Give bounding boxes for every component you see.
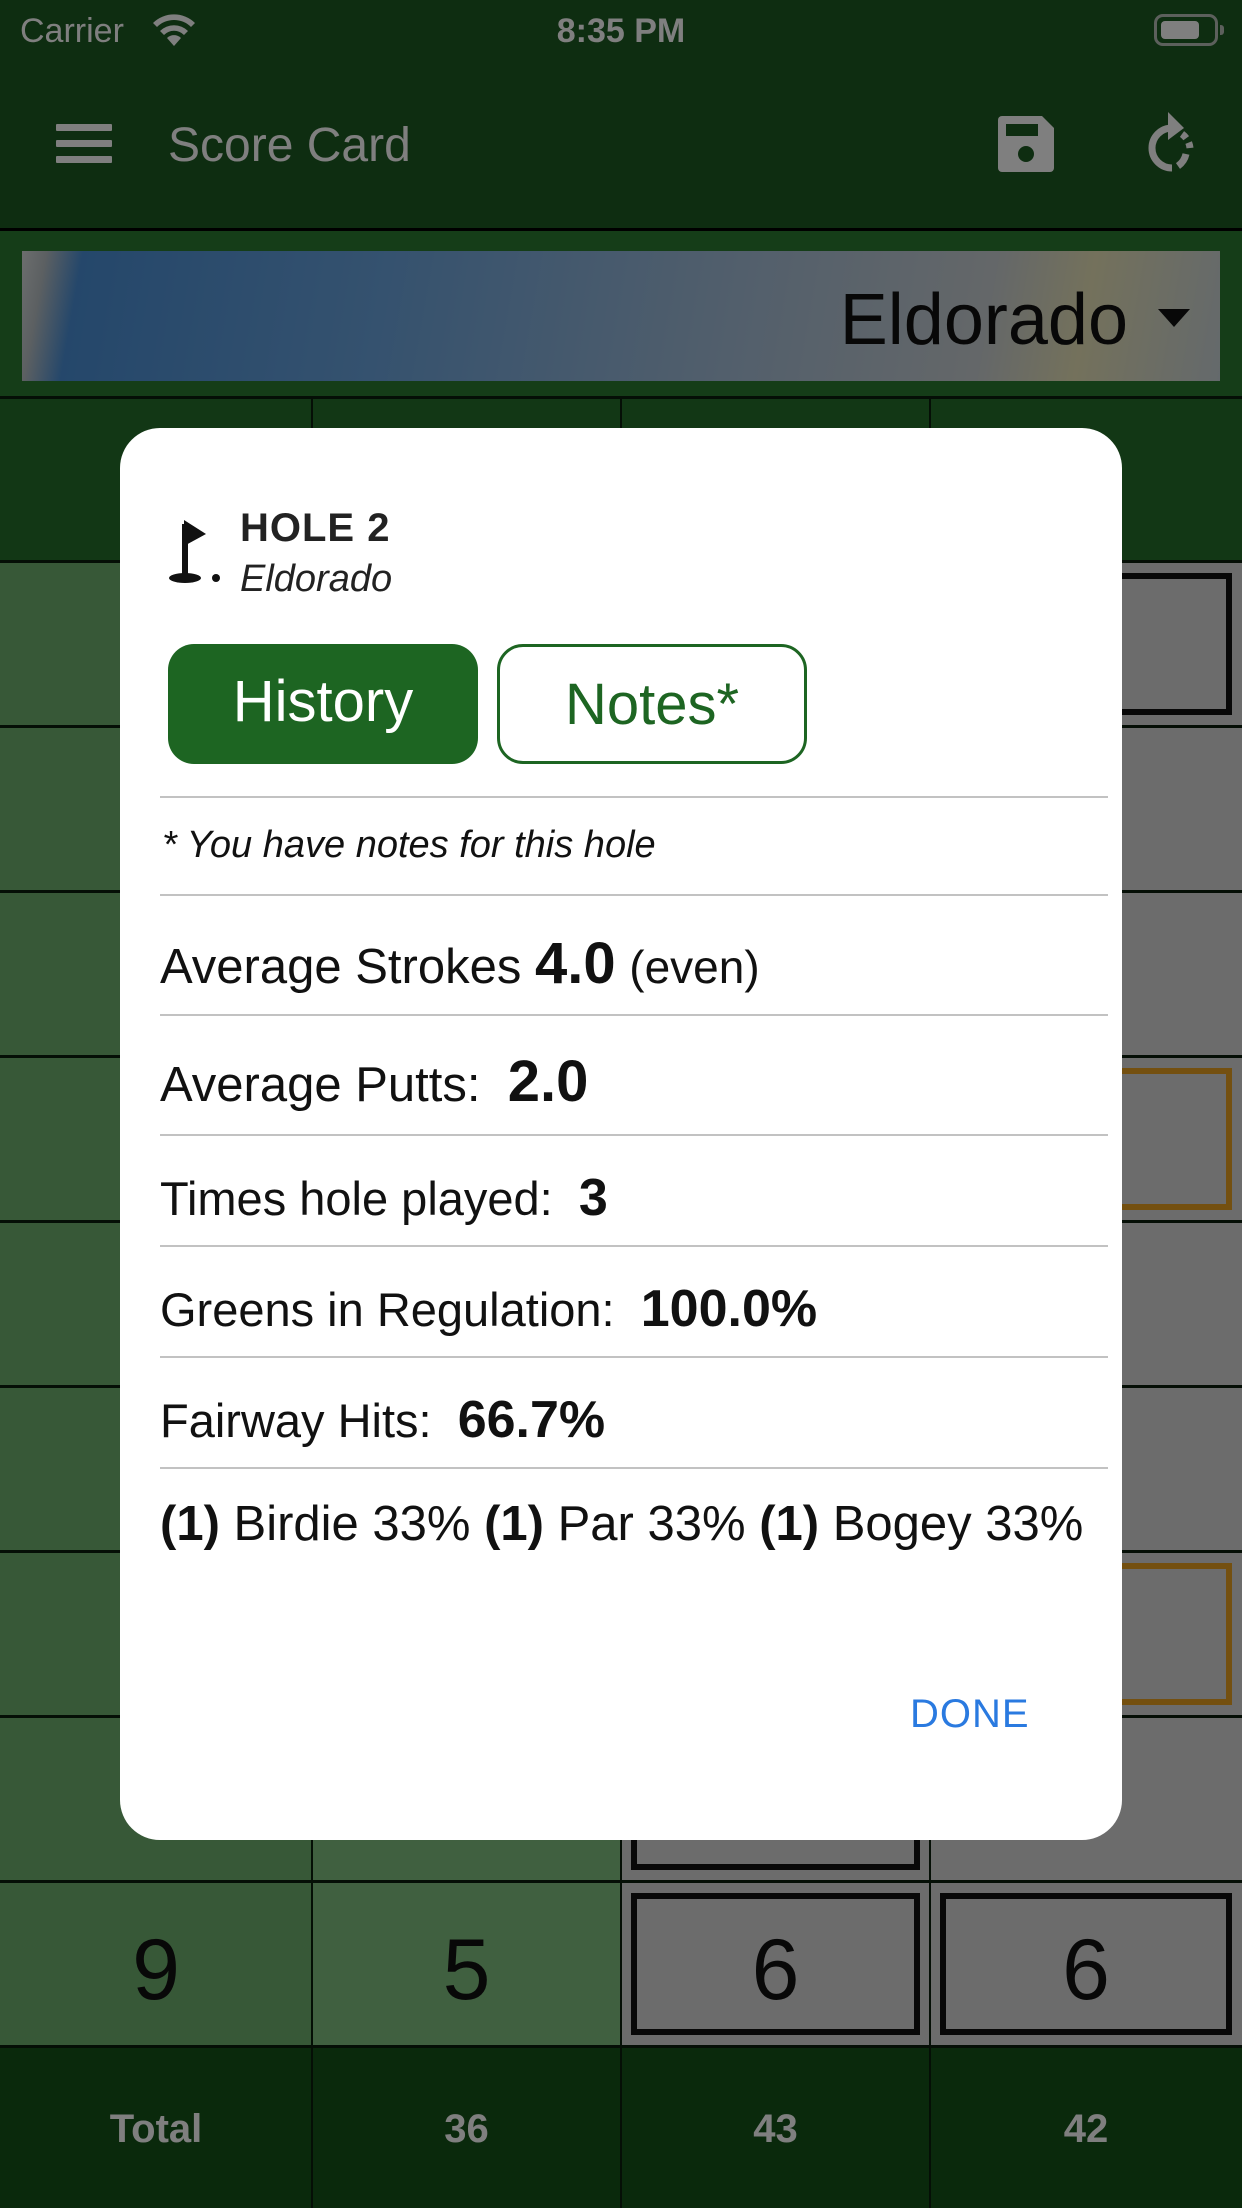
stat-value: 4.0 <box>534 931 616 996</box>
stat-value: 3 <box>578 1169 608 1227</box>
stat-value: 66.7% <box>457 1391 606 1449</box>
score-distribution: (1) Birdie 33% (1) Par 33% (1) Bogey 33% <box>160 1492 1090 1556</box>
stat-suffix: (even) <box>629 941 760 993</box>
stat-times-played: Times hole played: 3 <box>160 1168 608 1228</box>
divider <box>160 1014 1108 1016</box>
divider <box>160 894 1108 896</box>
tab-notes[interactable]: Notes* <box>497 644 807 764</box>
stat-label: Average Strokes <box>160 940 522 994</box>
stat-average-putts: Average Putts: 2.0 <box>160 1048 588 1115</box>
stat-average-strokes: Average Strokes 4.0 (even) <box>160 930 760 997</box>
stat-value: 100.0% <box>640 1280 818 1338</box>
distribution-label: Par 33% <box>557 1497 746 1551</box>
stat-label: Greens in Regulation: <box>160 1283 615 1336</box>
golf-flag-icon <box>169 520 220 583</box>
divider <box>160 796 1108 798</box>
hole-title: HOLE 2 <box>240 506 391 550</box>
hole-history-dialog: HOLE 2 Eldorado History Notes* * You hav… <box>120 428 1122 1840</box>
notes-hint: * You have notes for this hole <box>162 824 656 866</box>
divider <box>160 1467 1108 1469</box>
distribution-label: Bogey 33% <box>832 1497 1084 1551</box>
distribution-count: (1) <box>484 1497 544 1551</box>
distribution-count: (1) <box>160 1497 220 1551</box>
divider <box>160 1134 1108 1136</box>
stat-label: Fairway Hits: <box>160 1394 432 1447</box>
stat-label: Times hole played: <box>160 1172 553 1225</box>
stat-label: Average Putts: <box>160 1058 481 1112</box>
stat-greens-in-regulation: Greens in Regulation: 100.0% <box>160 1279 817 1339</box>
distribution-count: (1) <box>759 1497 820 1551</box>
done-button[interactable]: DONE <box>910 1692 1030 1737</box>
tab-history[interactable]: History <box>168 644 478 764</box>
stat-value: 2.0 <box>507 1049 589 1114</box>
hole-course-name: Eldorado <box>240 558 393 600</box>
divider <box>160 1245 1108 1247</box>
distribution-label: Birdie 33% <box>233 1497 471 1551</box>
stat-fairway-hits: Fairway Hits: 66.7% <box>160 1390 605 1450</box>
divider <box>160 1356 1108 1358</box>
